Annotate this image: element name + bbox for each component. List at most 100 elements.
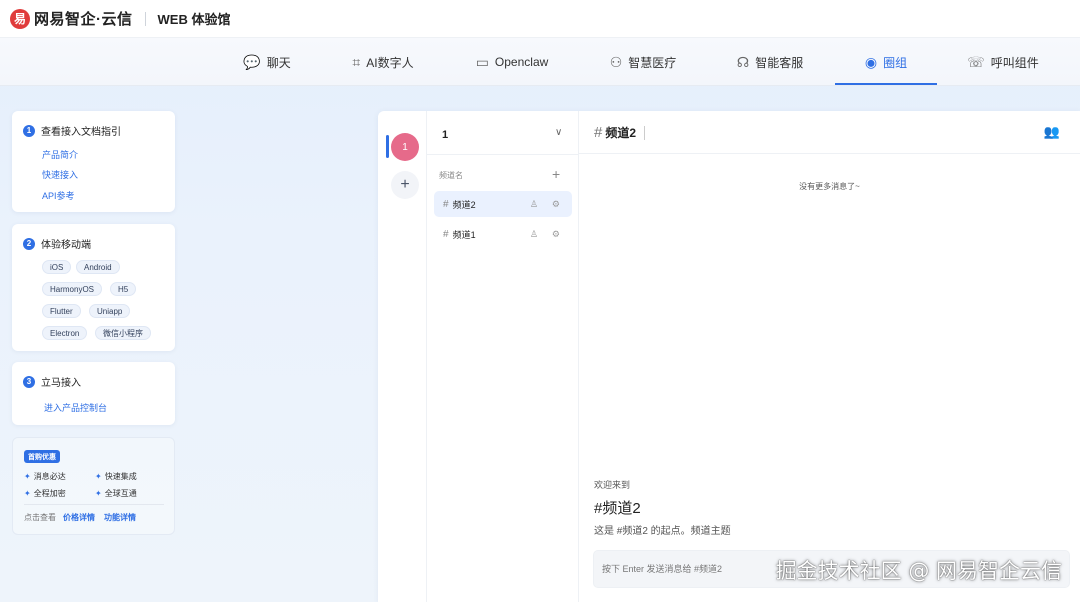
brand-name: 网易智企·云信 <box>34 11 133 28</box>
add-server-icon[interactable]: + <box>391 171 419 199</box>
promo-feature: ✦ 全球互通 <box>95 488 137 499</box>
logo-icon: 易 <box>10 8 30 29</box>
product-name: WEB 体验馆 <box>157 12 231 27</box>
promo-divider <box>24 504 164 505</box>
phone-icon: ☏ <box>967 53 985 70</box>
promo-card: 首购优惠 ✦ 消息必达 ✦ 快速集成 ✦ 全程加密 ✦ 全球互通 点击查看 价格详情 功… <box>12 437 175 535</box>
card-title-text: 查看接入文档指引 <box>41 127 121 138</box>
channel-item-1[interactable]: # 频道1 ♙ ⚙ <box>434 221 572 247</box>
link-quick-start[interactable]: 快速接入 <box>42 168 78 181</box>
promo-feature: ✦ 全程加密 <box>24 488 66 499</box>
chat-title-text: 频道2 <box>605 126 637 140</box>
card-title: 1 查看接入文档指引 <box>23 123 121 138</box>
nav-item-call-component[interactable]: ☏ 呼叫组件 <box>958 38 1048 86</box>
sparkle-icon: ✦ <box>95 489 102 498</box>
card-title: 3 立马接入 <box>23 374 81 389</box>
promo-feature-text: 全球互通 <box>104 489 137 498</box>
nav-label: 聊天 <box>266 55 291 70</box>
channel-section-label: 频道名 <box>439 171 463 180</box>
welcome-channel: #频道2 <box>594 500 641 517</box>
link-product-intro[interactable]: 产品简介 <box>42 148 78 161</box>
nav-label: 圈组 <box>883 55 908 70</box>
title-divider <box>644 125 646 140</box>
channel-list: 1 ∨ 频道名 + # 频道2 ♙ ⚙ # 频道1 ♙ ⚙ <box>427 111 579 602</box>
brand-logo[interactable]: 易 网易智企·云信 <box>10 8 133 29</box>
server-rail: 1 + <box>378 111 427 602</box>
sparkle-icon: ✦ <box>24 472 31 481</box>
circle-app-panel: 1 + 1 ∨ 频道名 + # 频道2 ♙ ⚙ # 频道1 ♙ ⚙ # 频道2 … <box>378 111 1080 602</box>
step-number: 1 <box>23 124 35 137</box>
step-number: 2 <box>23 237 35 250</box>
nav-label: 智慧医疗 <box>628 55 677 70</box>
robot-icon: ▭ <box>475 53 489 70</box>
step-number: 3 <box>23 375 35 388</box>
gear-icon[interactable]: ⚙ <box>552 229 560 240</box>
nav-label: 智能客服 <box>755 55 804 70</box>
hash-icon: # <box>594 124 603 141</box>
link-console[interactable]: 进入产品控制台 <box>44 401 107 414</box>
welcome-label: 欢迎来到 <box>594 480 631 490</box>
channel-item-2[interactable]: # 频道2 ♙ ⚙ <box>434 191 572 217</box>
server-active-indicator <box>386 135 389 158</box>
channel-name: 频道2 <box>452 199 476 210</box>
chevron-down-icon[interactable]: ∨ <box>555 127 562 138</box>
server-name[interactable]: 1 <box>442 129 448 141</box>
nav-item-medical[interactable]: ⚇ 智慧医疗 <box>598 38 688 86</box>
nav-label: AI数字人 <box>366 55 414 70</box>
hash-icon: # <box>443 198 449 210</box>
card-title-text: 立马接入 <box>41 378 81 389</box>
server-avatar[interactable]: 1 <box>391 133 419 161</box>
chip-android[interactable]: Android <box>76 260 120 274</box>
promo-feature-text: 消息必达 <box>33 472 66 481</box>
product-nav: 💬 聊天 ⌗ AI数字人 ▭ Openclaw ⚇ 智慧医疗 ☊ 智能客服 ◉ … <box>0 38 1080 86</box>
promo-feature-text: 全程加密 <box>33 489 66 498</box>
headset-icon: ☊ <box>736 53 750 70</box>
nav-item-customer-service[interactable]: ☊ 智能客服 <box>725 38 815 86</box>
nav-item-circle-group[interactable]: ◉ 圈组 <box>835 38 937 86</box>
chat-header: # 频道2 👥 <box>579 111 1080 154</box>
planet-icon: ◉ <box>864 53 878 70</box>
channel-name: 频道1 <box>452 229 476 240</box>
watermark: 掘金技术社区 @ 网易智企云信 <box>775 559 1062 583</box>
people-icon: ⚇ <box>609 53 623 70</box>
link-feature-details[interactable]: 功能详情 <box>104 512 136 523</box>
ai-icon: ⌗ <box>352 53 361 70</box>
divider <box>427 154 579 155</box>
chip-electron[interactable]: Electron <box>42 326 88 340</box>
nav-label: 呼叫组件 <box>990 55 1039 70</box>
chat-bubbles-icon: 💬 <box>243 53 261 70</box>
promo-feature: ✦ 消息必达 <box>24 471 66 482</box>
header-divider <box>144 11 146 26</box>
link-pricing-details[interactable]: 价格详情 <box>63 512 95 523</box>
gear-icon[interactable]: ⚙ <box>552 199 560 210</box>
quick-access-card: 3 立马接入 进入产品控制台 <box>12 362 175 425</box>
no-more-messages: 没有更多消息了~ <box>799 182 860 191</box>
add-channel-icon[interactable]: + <box>552 166 560 182</box>
promo-feature-text: 快速集成 <box>104 472 137 481</box>
chip-ios[interactable]: iOS <box>42 260 72 274</box>
chip-uniapp[interactable]: Uniapp <box>89 304 131 318</box>
chip-wechat-miniprogram[interactable]: 微信小程序 <box>95 326 151 340</box>
members-icon[interactable]: 👥 <box>1044 124 1060 140</box>
nav-item-ai-avatar[interactable]: ⌗ AI数字人 <box>338 38 428 86</box>
mobile-experience-card: 2 体验移动端 iOS Android HarmonyOS H5 Flutter… <box>12 224 175 351</box>
welcome-description: 这是 #频道2 的起点。频道主题 <box>594 526 731 537</box>
member-icon[interactable]: ♙ <box>530 199 538 210</box>
nav-item-openclaw[interactable]: ▭ Openclaw <box>462 38 562 86</box>
nav-label: Openclaw <box>494 55 549 69</box>
card-title-text: 体验移动端 <box>41 240 91 251</box>
chip-flutter[interactable]: Flutter <box>42 304 81 318</box>
docs-guide-card: 1 查看接入文档指引 产品简介 快速接入 API参考 <box>12 111 175 212</box>
hash-icon: # <box>443 228 449 240</box>
chip-harmonyos[interactable]: HarmonyOS <box>42 282 103 296</box>
top-header: 易 网易智企·云信 WEB 体验馆 <box>0 0 1080 38</box>
sparkle-icon: ✦ <box>24 489 31 498</box>
sparkle-icon: ✦ <box>95 472 102 481</box>
chip-h5[interactable]: H5 <box>110 282 137 296</box>
chat-title: # 频道2 <box>594 124 646 141</box>
promo-feature: ✦ 快速集成 <box>95 471 137 482</box>
nav-item-chat[interactable]: 💬 聊天 <box>230 38 304 86</box>
promo-footer-text: 点击查看 <box>24 513 56 522</box>
member-icon[interactable]: ♙ <box>530 229 538 240</box>
link-api-reference[interactable]: API参考 <box>42 189 75 202</box>
